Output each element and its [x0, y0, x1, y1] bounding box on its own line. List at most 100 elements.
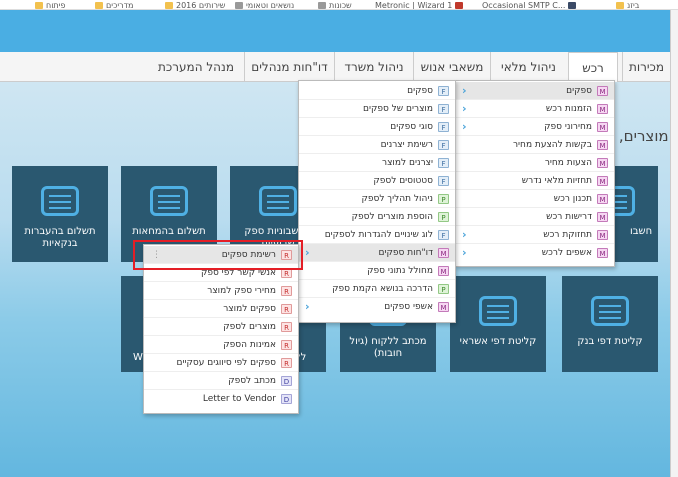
menu-item-vendor-types[interactable]: F סוגי ספקים: [299, 118, 455, 136]
menu-item-label: רשימת יצרנים: [380, 140, 433, 150]
menu-item-vendors-by-classification[interactable]: R ספקים לפי סיווגים עסקיים: [144, 354, 298, 372]
menu-item-label: ספקים לפי סיווגים עסקיים: [176, 358, 276, 368]
tile-icon: [591, 296, 629, 326]
menu-item-label: תחזוקת רכש: [543, 230, 592, 240]
app-header: [0, 10, 670, 52]
menu-item-vendor-wizards[interactable]: M אשפי ספקים ‹: [299, 298, 455, 316]
menu-item-vendors-form[interactable]: F ספקים: [299, 82, 455, 100]
menu-item-maintenance[interactable]: M תחזוקת רכש ‹: [456, 226, 614, 244]
bookmark-label: שכונות: [329, 0, 352, 10]
bookmark-item[interactable]: Occasional SMTP C...: [482, 0, 577, 10]
chevron-left-icon: ‹: [462, 84, 467, 97]
bookmark-item[interactable]: מדריכים: [95, 0, 133, 9]
menu-item-change-log[interactable]: F לוג שינויים להגדרות לספקים: [299, 226, 455, 244]
bookmark-item[interactable]: Metronic | Wizard 1: [375, 0, 464, 10]
menu-item-rfq[interactable]: M בקשות להצעת מחיר: [456, 136, 614, 154]
bookmark-item[interactable]: פיתוח: [35, 0, 65, 9]
menu-item-vendor-reliability[interactable]: R אמינות הספק: [144, 336, 298, 354]
menu-item-vendors-per-product[interactable]: R ספקים למוצר: [144, 300, 298, 318]
menu-item-purchase-orders[interactable]: M הזמנות רכש ‹: [456, 100, 614, 118]
nav-item-office[interactable]: ניהול משרד: [334, 52, 413, 82]
tile-bank-transfers[interactable]: תשלום בהעברות בנקאיות: [12, 166, 108, 262]
menu-item-product-manufacturers[interactable]: F יצרנים למוצר: [299, 154, 455, 172]
menu-item-vendor-prices[interactable]: R מחירי ספק למוצר: [144, 282, 298, 300]
menu-item-label: יצרנים למוצר: [382, 158, 433, 168]
bookmarks-bar: ביזנ Occasional SMTP C... Metronic | Wiz…: [0, 0, 678, 10]
chevron-left-icon: ‹: [462, 246, 467, 259]
menu-item-label: הצעות מחיר: [544, 158, 592, 168]
menu-item-vendor-process[interactable]: P ניהול תהליך לספק: [299, 190, 455, 208]
menu-item-label: הזמנות רכש: [545, 104, 592, 114]
bookmark-label: שירותים 2016: [176, 0, 226, 10]
bookmark-item[interactable]: נושאים וטאומי: [235, 0, 295, 10]
module-badge: M: [597, 122, 608, 132]
chevron-left-icon: ‹: [462, 102, 467, 115]
tile-label: תשלום בהמחאות: [132, 226, 206, 237]
module-badge: M: [438, 266, 449, 276]
folder-icon: [95, 1, 103, 9]
menu-item-products-per-vendor[interactable]: R מוצרים לספק: [144, 318, 298, 336]
nav-item-hr[interactable]: משאבי אנוש: [413, 52, 490, 82]
menu-item-vendor-statuses[interactable]: F סטטוסים לספק: [299, 172, 455, 190]
module-badge: M: [597, 158, 608, 168]
menu-item-vendors[interactable]: M ספקים ‹: [456, 82, 614, 100]
menu-item-label: ספקים למוצר: [223, 304, 276, 314]
module-badge: R: [281, 358, 292, 368]
tile-credit-statements[interactable]: קליטת דפי אשראי: [450, 276, 546, 372]
menu-item-letter-to-vendor[interactable]: D Letter to Vendor: [144, 390, 298, 408]
tile-icon: [479, 296, 517, 326]
module-badge: F: [438, 122, 449, 132]
tile-label: קליטת דפי בנק: [577, 336, 643, 347]
menu-item-purchase-planning[interactable]: M תכנון רכש: [456, 190, 614, 208]
menu-item-label: ספקים: [566, 86, 592, 96]
tile-bank-statements[interactable]: קליטת דפי בנק: [562, 276, 658, 372]
menu-item-vendor-reports[interactable]: M דו"חות ספקים ‹: [299, 244, 455, 262]
page-icon: [568, 1, 577, 9]
bookmark-item[interactable]: שכונות: [318, 0, 352, 10]
menu-item-label: דרישות רכש: [546, 212, 592, 222]
tile-icon: [41, 186, 79, 216]
menu-item-add-products[interactable]: P הוספת מוצרים לספק: [299, 208, 455, 226]
menu-item-stock-forecast[interactable]: M תחזיות מלאי נדרש: [456, 172, 614, 190]
bookmark-label: Metronic | Wizard 1: [375, 0, 453, 10]
vendors-submenu: F ספקים F מוצרים של ספקים F סוגי ספקים F רשי…: [298, 80, 456, 323]
menu-item-vendor-products[interactable]: F מוצרים של ספקים: [299, 100, 455, 118]
nav-item-admin[interactable]: מנהל המערכת: [150, 52, 242, 82]
nav-item-purchasing[interactable]: רכש: [568, 52, 618, 83]
menu-item-wizards[interactable]: M אשפים לרכש ‹: [456, 244, 614, 262]
tile-label: מכתב ללקוח (גיול חובות): [349, 336, 427, 359]
menu-item-setup-guide[interactable]: P הדרכה בנושא הקמת ספק: [299, 280, 455, 298]
module-badge: F: [438, 176, 449, 186]
module-badge: M: [597, 212, 608, 222]
module-badge: M: [597, 248, 608, 258]
nav-item-reports[interactable]: דו"חות מנהלים: [244, 52, 334, 82]
page-icon: [318, 1, 326, 9]
menu-item-price-lists[interactable]: M מחירוני ספק ‹: [456, 118, 614, 136]
menu-item-data-generator[interactable]: M מחולל נתוני ספק: [299, 262, 455, 280]
module-badge: M: [438, 302, 449, 312]
module-badge: R: [281, 340, 292, 350]
bookmark-item[interactable]: ביזנ: [616, 0, 639, 9]
module-badge: P: [438, 194, 449, 204]
menu-item-label: ספקים: [407, 86, 433, 96]
tile-label: קליטת דפי אשראי: [459, 336, 537, 347]
bookmark-label: נושאים וטאומי: [246, 0, 295, 10]
menu-item-label: מוצרים של ספקים: [362, 104, 433, 114]
chevron-left-icon: ‹: [462, 228, 467, 241]
tile-label: תשלום בהעברות בנקאיות: [24, 226, 96, 249]
menu-item-label: מחולל נתוני ספק: [367, 266, 433, 276]
bookmark-label: Occasional SMTP C...: [482, 0, 566, 10]
module-badge: D: [281, 394, 292, 404]
menu-item-requisitions[interactable]: M דרישות רכש: [456, 208, 614, 226]
menu-item-quotes[interactable]: M הצעות מחיר: [456, 154, 614, 172]
tile-label: חשבו: [630, 226, 653, 237]
nav-item-sales[interactable]: מכירות: [622, 52, 670, 82]
bookmark-item[interactable]: שירותים 2016: [165, 0, 226, 10]
highlight-annotation: [133, 240, 303, 270]
vertical-scrollbar[interactable]: [670, 10, 678, 477]
folder-icon: [616, 1, 624, 9]
menu-item-vendor-letter[interactable]: D מכתב לספק: [144, 372, 298, 390]
module-badge: F: [438, 158, 449, 168]
menu-item-manufacturers[interactable]: F רשימת יצרנים: [299, 136, 455, 154]
nav-item-inventory[interactable]: ניהול מלאי: [490, 52, 566, 82]
